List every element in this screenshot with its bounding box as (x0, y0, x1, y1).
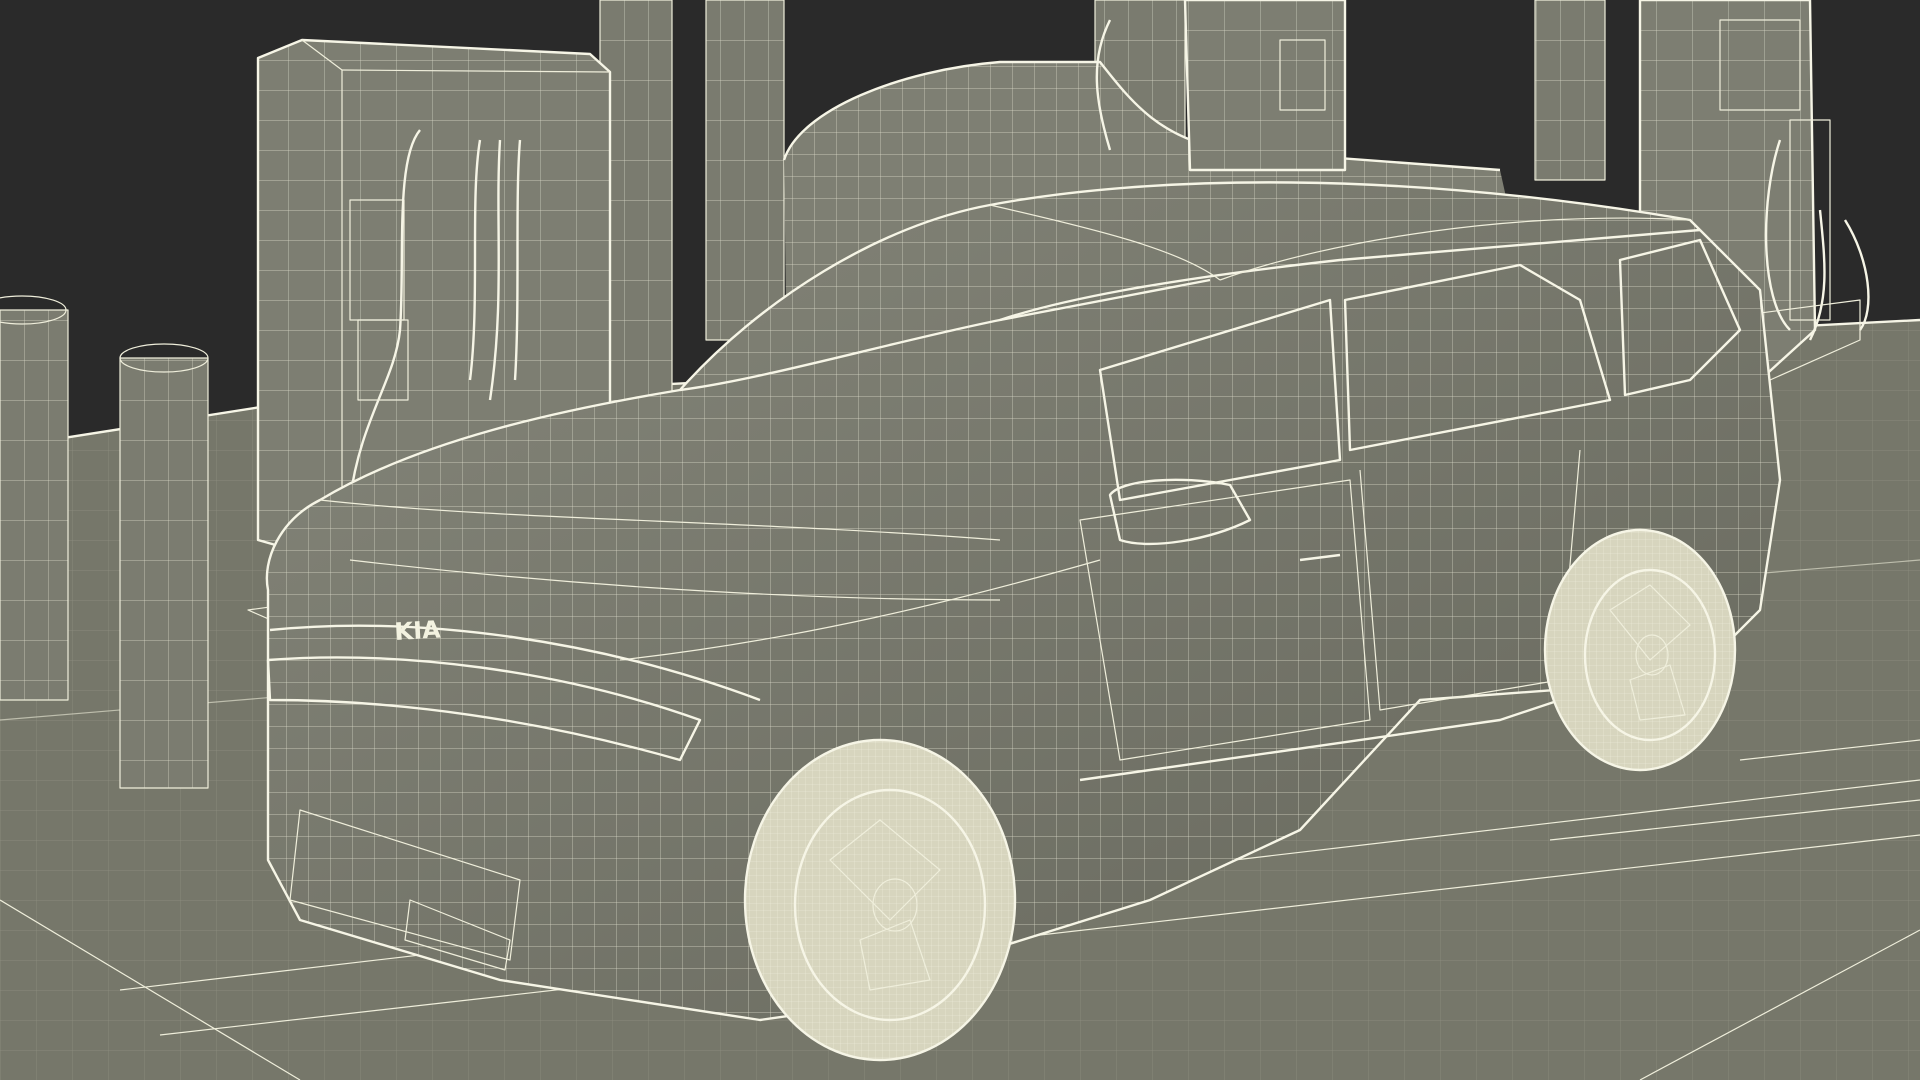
wireframe-render: KIA (0, 0, 1920, 1080)
render-viewport: KIA (0, 0, 1920, 1080)
brand-badge: KIA (394, 616, 442, 646)
front-wheel (743, 738, 1017, 1062)
rear-wheel (1543, 528, 1737, 772)
bollard-center (119, 343, 209, 789)
bollard-left (0, 295, 69, 701)
